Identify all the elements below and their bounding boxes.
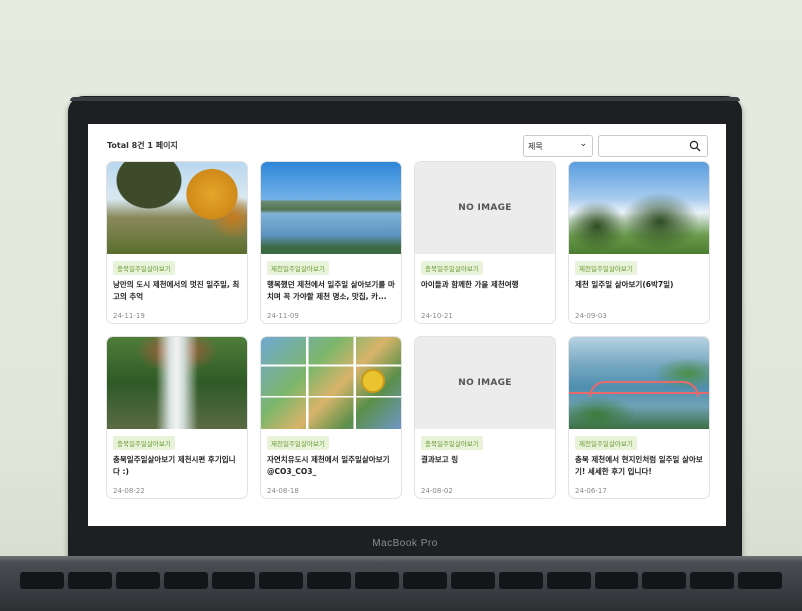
post-date: 24-11-09 [267, 312, 299, 320]
post-card[interactable]: NO IMAGE 충북일주일살아보기 결과보고 링 24-08-02 [414, 336, 556, 499]
keyboard-key [211, 572, 256, 589]
post-date: 24-08-22 [113, 487, 145, 495]
keyboard-key [738, 572, 782, 589]
post-date: 24-08-18 [267, 487, 299, 495]
keyboard-key [450, 572, 495, 589]
search-box[interactable] [598, 135, 708, 157]
keyboard-key [115, 572, 160, 589]
keyboard-key [163, 572, 208, 589]
chevron-down-icon: ⌄ [579, 139, 587, 149]
post-date: 24-08-02 [421, 487, 453, 495]
post-thumbnail-placeholder[interactable]: NO IMAGE [415, 337, 555, 429]
post-thumbnail[interactable] [261, 337, 401, 429]
no-image-label: NO IMAGE [458, 203, 512, 213]
search-input[interactable] [603, 139, 683, 153]
search-filter-value: 제목 [528, 142, 543, 151]
keyboard-key [690, 572, 735, 589]
post-thumbnail-placeholder[interactable]: NO IMAGE [415, 162, 555, 254]
keyboard-key [20, 572, 64, 589]
keyboard-key [498, 572, 543, 589]
post-card[interactable]: 제천일주일살아보기 제천 일주일 살아보기(6박7일) 24-09-03 [568, 161, 710, 324]
category-tag: 충북일주일살아보기 [113, 436, 175, 450]
post-title[interactable]: 결과보고 링 [421, 454, 549, 466]
post-card[interactable]: 제천일주일살아보기 자연치유도시 제천에서 일주일살아보기 @CO3_CO3_ … [260, 336, 402, 499]
category-tag: 충북일주일살아보기 [113, 261, 175, 275]
category-tag: 제천일주일살아보기 [575, 436, 637, 450]
post-thumbnail[interactable] [107, 162, 247, 254]
post-card[interactable]: 제천일주일살아보기 충북 제천에서 현지인처럼 일주일 살아보기! 세세한 후기… [568, 336, 710, 499]
bridge-illustration [589, 381, 699, 397]
keyboard-key [67, 572, 112, 589]
category-tag: 제천일주일살아보기 [575, 261, 637, 275]
category-tag: 충북일주일살아보기 [421, 261, 483, 275]
post-card[interactable]: NO IMAGE 충북일주일살아보기 아이들과 함께한 가을 제천여행 24-1… [414, 161, 556, 324]
search-icon[interactable] [689, 140, 701, 152]
post-title[interactable]: 낭만의 도시 제천에서의 멋진 일주일, 최고의 추억 [113, 279, 241, 303]
search-filter-select[interactable]: 제목 ⌄ [523, 135, 593, 157]
post-title[interactable]: 행복했던 제천에서 일주일 살아보기를 마치며 꼭 가야할 제천 명소, 맛집,… [267, 279, 395, 303]
post-thumbnail[interactable] [107, 337, 247, 429]
keyboard-key [642, 572, 687, 589]
post-date: 24-11-19 [113, 312, 145, 320]
post-date: 24-09-03 [575, 312, 607, 320]
laptop-lid-edge [70, 97, 740, 101]
category-tag: 제천일주일살아보기 [267, 436, 329, 450]
no-image-label: NO IMAGE [458, 378, 512, 388]
post-title[interactable]: 자연치유도시 제천에서 일주일살아보기 @CO3_CO3_ [267, 454, 395, 478]
laptop-brand-label: MacBook Pro [372, 538, 438, 549]
list-toolbar: Total 8건 1 페이지 제목 ⌄ [88, 132, 726, 160]
sunflower-illustration [361, 369, 385, 393]
post-title[interactable]: 아이들과 함께한 가을 제천여행 [421, 279, 549, 291]
post-date: 24-10-21 [421, 312, 453, 320]
keyboard-key [546, 572, 591, 589]
laptop-screen: Total 8건 1 페이지 제목 ⌄ 충북일주일살아보기 낭만의 도시 제천에… [88, 124, 726, 526]
post-date: 24-06-17 [575, 487, 607, 495]
keyboard-key [307, 572, 352, 589]
total-count: Total 8건 1 페이지 [107, 141, 178, 150]
keyboard-key [355, 572, 399, 589]
keyboard-key [259, 572, 304, 589]
post-title[interactable]: 제천 일주일 살아보기(6박7일) [575, 279, 703, 291]
post-thumbnail[interactable] [569, 162, 709, 254]
post-thumbnail[interactable] [569, 337, 709, 429]
post-grid: 충북일주일살아보기 낭만의 도시 제천에서의 멋진 일주일, 최고의 추억 24… [106, 161, 710, 511]
post-card[interactable]: 충북일주일살아보기 충북일주일살아보기 제천시편 후기입니다 :) 24-08-… [106, 336, 248, 499]
keyboard [20, 572, 782, 611]
post-card[interactable]: 제천일주일살아보기 행복했던 제천에서 일주일 살아보기를 마치며 꼭 가야할 … [260, 161, 402, 324]
keyboard-key [403, 572, 447, 589]
keyboard-key [594, 572, 639, 589]
post-thumbnail[interactable] [261, 162, 401, 254]
post-card[interactable]: 충북일주일살아보기 낭만의 도시 제천에서의 멋진 일주일, 최고의 추억 24… [106, 161, 248, 324]
post-title[interactable]: 충북 제천에서 현지인처럼 일주일 살아보기! 세세한 후기 입니다! [575, 454, 703, 478]
category-tag: 제천일주일살아보기 [267, 261, 329, 275]
category-tag: 충북일주일살아보기 [421, 436, 483, 450]
post-title[interactable]: 충북일주일살아보기 제천시편 후기입니다 :) [113, 454, 241, 478]
